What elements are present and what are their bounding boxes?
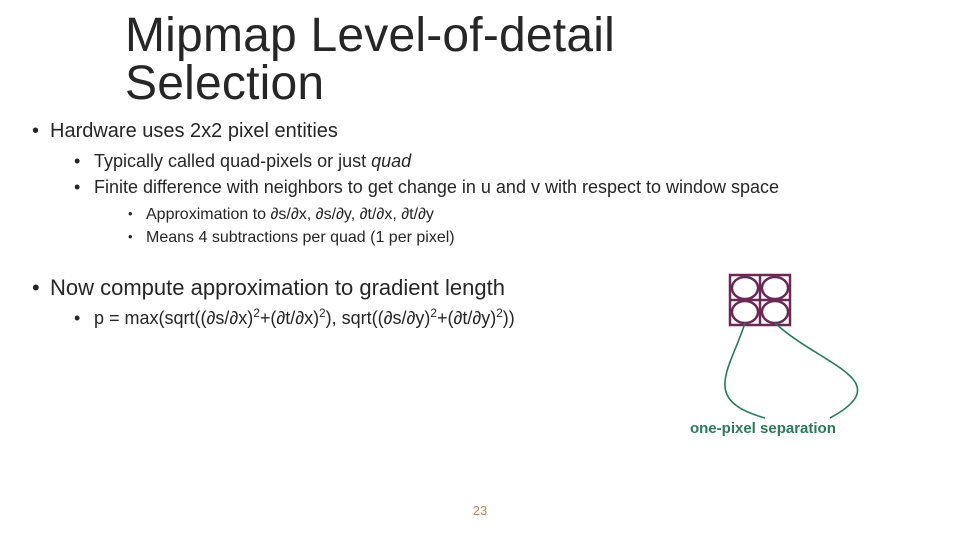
bullet-hardware: Hardware uses 2x2 pixel entities Typical… [32,118,930,249]
bullet-4-subtractions: Means 4 subtractions per quad (1 per pix… [128,227,930,249]
bullet-list-1-sub: Typically called quad-pixels or just qua… [50,149,930,249]
title-line-2: Selection [125,57,324,110]
slide-title: Mipmap Level-of-detail Selection [125,12,615,108]
page-number: 23 [0,503,960,518]
bullet-gradient-text: Now compute approximation to gradient le… [50,275,505,300]
annotation-one-pixel-separation: one-pixel separation [690,420,836,437]
slide: Mipmap Level-of-detail Selection Hardwar… [0,0,960,540]
title-line-1: Mipmap Level-of-detail [125,9,615,62]
formula-text: p = max(sqrt((∂s/∂x)2+(∂t/∂x)2), sqrt((∂… [94,308,515,328]
bullet-finite-diff-text: Finite difference with neighbors to get … [94,177,779,197]
bullet-hardware-text: Hardware uses 2x2 pixel entities [50,120,338,142]
bullet-finite-diff: Finite difference with neighbors to get … [74,175,930,248]
quad-pixel-diagram [710,270,910,440]
bullet-quad-pre: Typically called quad-pixels or just [94,151,371,171]
bullet-list-1-subsub: Approximation to ∂s/∂x, ∂s/∂y, ∂t/∂x, ∂t… [94,204,930,249]
bullet-quad-em: quad [371,151,411,171]
bullet-approx-partials: Approximation to ∂s/∂x, ∂s/∂y, ∂t/∂x, ∂t… [128,204,930,226]
bullet-list-1: Hardware uses 2x2 pixel entities Typical… [32,118,930,249]
bullet-quad: Typically called quad-pixels or just qua… [74,149,930,173]
